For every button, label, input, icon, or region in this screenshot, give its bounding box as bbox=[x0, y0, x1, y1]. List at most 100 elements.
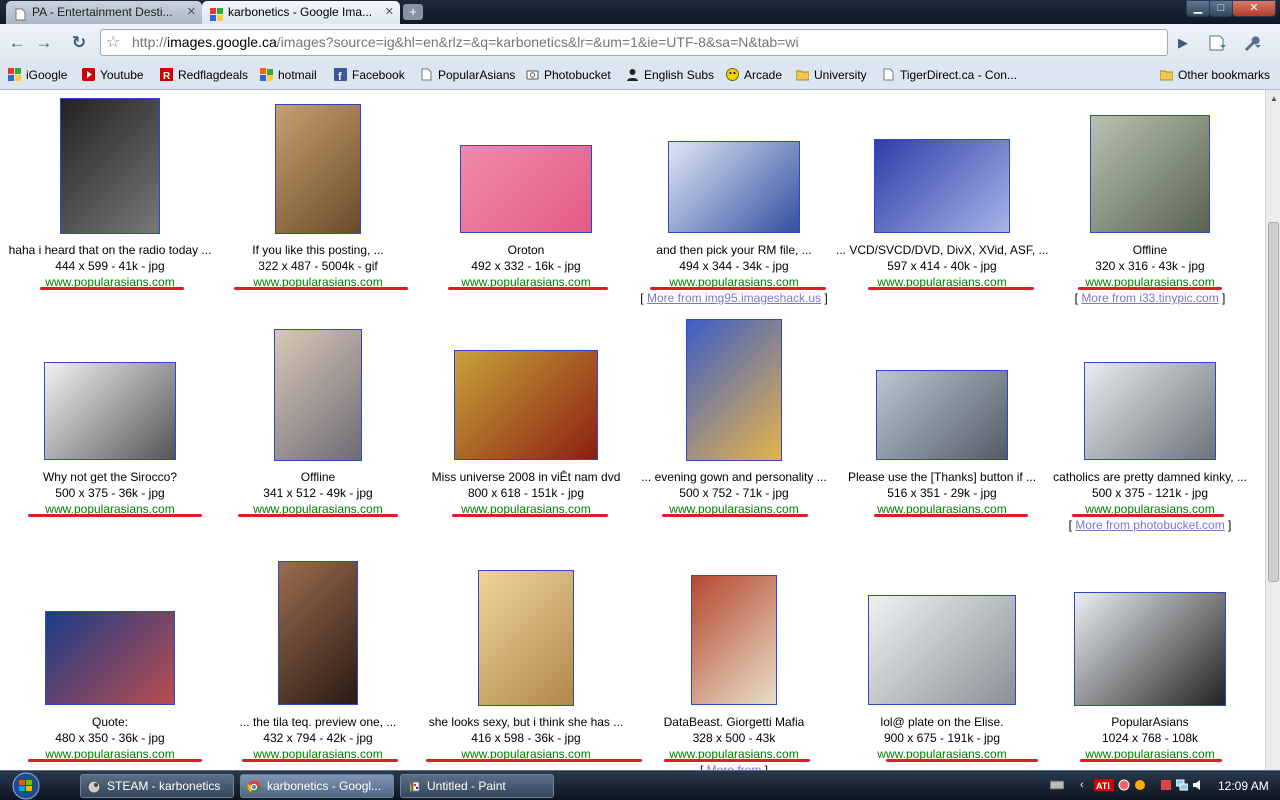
result-more-from[interactable]: [ More from ] bbox=[628, 763, 840, 770]
more-from-link[interactable]: More from photobucket.com bbox=[1075, 518, 1224, 532]
result-thumbnail[interactable] bbox=[275, 104, 361, 234]
page-menu-icon[interactable] bbox=[1206, 32, 1228, 54]
bookmark-english-subs[interactable]: English Subs bbox=[626, 68, 714, 86]
result-thumbnail[interactable] bbox=[868, 595, 1016, 705]
result-thumbnail-wrapper bbox=[212, 329, 424, 461]
url-field[interactable]: http://images.google.ca/images?source=ig… bbox=[132, 29, 1162, 56]
result-title[interactable]: Offline bbox=[212, 470, 424, 484]
minimize-button[interactable]: ▁ bbox=[1186, 0, 1210, 17]
other-bookmarks[interactable]: Other bookmarks bbox=[1159, 68, 1270, 86]
result-thumbnail[interactable] bbox=[668, 141, 800, 233]
result-thumbnail[interactable] bbox=[1074, 592, 1226, 706]
ati-icon[interactable]: ATI bbox=[1094, 779, 1114, 791]
more-from-link[interactable]: More from bbox=[707, 763, 762, 770]
result-title[interactable]: Quote: bbox=[4, 715, 216, 729]
result-thumbnail[interactable] bbox=[1090, 115, 1210, 233]
red-underline-annotation bbox=[448, 287, 608, 290]
more-from-link[interactable]: More from i33.tinypic.com bbox=[1081, 291, 1218, 305]
tray-app-icon-3[interactable] bbox=[1160, 779, 1172, 791]
result-title[interactable]: lol@ plate on the Elise. bbox=[836, 715, 1048, 729]
result-title[interactable]: ... VCD/SVCD/DVD, DivX, XVid, ASF, ... bbox=[836, 243, 1048, 257]
result-more-from[interactable]: [ More from photobucket.com ] bbox=[1044, 518, 1256, 532]
network-icon[interactable] bbox=[1175, 779, 1189, 791]
result-thumbnail[interactable] bbox=[874, 139, 1010, 233]
result-thumbnail[interactable] bbox=[686, 319, 782, 461]
volume-icon[interactable] bbox=[1192, 779, 1204, 791]
bookmark-arcade[interactable]: Arcade bbox=[726, 68, 782, 86]
result-title[interactable]: If you like this posting, ... bbox=[212, 243, 424, 257]
tab-google-images[interactable]: karbonetics - Google Ima... ✕ bbox=[202, 1, 400, 24]
bookmark-popularasians[interactable]: PopularAsians bbox=[420, 68, 515, 86]
result-dimensions: 500 x 752 - 71k - jpg bbox=[679, 486, 789, 500]
result-title[interactable]: haha i heard that on the radio today ... bbox=[4, 243, 216, 257]
reload-button[interactable]: ↻ bbox=[68, 32, 90, 54]
bookmark-tigerdirect[interactable]: TigerDirect.ca - Con... bbox=[882, 68, 1017, 86]
windows-start-icon[interactable] bbox=[4, 771, 48, 800]
maximize-button[interactable]: □ bbox=[1209, 0, 1233, 17]
result-thumbnail[interactable] bbox=[454, 350, 598, 460]
result-thumbnail[interactable] bbox=[460, 145, 592, 233]
result-title[interactable]: Please use the [Thanks] button if ... bbox=[836, 470, 1048, 484]
red-underline-annotation bbox=[28, 759, 202, 762]
result-thumbnail[interactable] bbox=[44, 362, 176, 460]
result-thumbnail-wrapper bbox=[836, 139, 1048, 233]
result-title[interactable]: and then pick your RM file, ... bbox=[628, 243, 840, 257]
bookmark-redflagdeals[interactable]: R Redflagdeals bbox=[160, 68, 248, 86]
new-tab-button[interactable]: + bbox=[403, 4, 423, 20]
result-thumbnail[interactable] bbox=[478, 570, 574, 706]
result-title[interactable]: catholics are pretty damned kinky, ... bbox=[1044, 470, 1256, 484]
taskbar-steam[interactable]: STEAM - karbonetics bbox=[80, 774, 234, 798]
result-title[interactable]: Offline bbox=[1044, 243, 1256, 257]
close-icon[interactable]: ✕ bbox=[187, 1, 196, 24]
result-title[interactable]: Oroton bbox=[420, 243, 632, 257]
bookmark-youtube[interactable]: Youtube bbox=[82, 68, 144, 86]
result-thumbnail[interactable] bbox=[278, 561, 358, 705]
bookmark-igoogle[interactable]: iGoogle bbox=[8, 68, 67, 86]
result-title[interactable]: ... the tila teq. preview one, ... bbox=[212, 715, 424, 729]
wrench-icon[interactable] bbox=[1240, 32, 1262, 54]
close-icon[interactable]: ✕ bbox=[385, 1, 394, 24]
result-thumbnail[interactable] bbox=[60, 98, 160, 234]
result-dimensions: 516 x 351 - 29k - jpg bbox=[887, 486, 997, 500]
tray-app-icon[interactable] bbox=[1118, 779, 1130, 791]
red-underline-annotation bbox=[452, 514, 608, 517]
go-button[interactable]: ▶ bbox=[1172, 32, 1194, 54]
result-more-from[interactable]: [ More from i33.tinypic.com ] bbox=[1044, 291, 1256, 305]
scroll-up-icon[interactable]: ▲ bbox=[1270, 94, 1278, 103]
result-dimensions: 800 x 618 - 151k - jpg bbox=[467, 486, 585, 500]
taskbar-paint[interactable]: Untitled - Paint bbox=[400, 774, 554, 798]
result-thumbnail[interactable] bbox=[691, 575, 777, 705]
result-dimensions: 444 x 599 - 41k - jpg bbox=[55, 259, 165, 273]
result-title[interactable]: DataBeast. Giorgetti Mafia bbox=[628, 715, 840, 729]
result-title[interactable]: ... evening gown and personality ... bbox=[628, 470, 840, 484]
result-thumbnail[interactable] bbox=[1084, 362, 1216, 460]
chrome-icon bbox=[247, 779, 261, 794]
forward-button[interactable]: → bbox=[33, 32, 55, 54]
bookmark-photobucket[interactable]: Photobucket bbox=[526, 68, 611, 86]
result-title[interactable]: PopularAsians bbox=[1044, 715, 1256, 729]
result-thumbnail[interactable] bbox=[876, 370, 1008, 460]
tab-popularasians[interactable]: PA - Entertainment Desti... ✕ bbox=[6, 1, 202, 24]
back-button[interactable]: ← bbox=[6, 32, 28, 54]
star-icon[interactable]: ☆ bbox=[106, 32, 120, 52]
bookmark-university[interactable]: University bbox=[795, 68, 867, 86]
bookmark-hotmail[interactable]: hotmail bbox=[260, 68, 317, 86]
bookmark-facebook[interactable]: f Facebook bbox=[334, 68, 405, 86]
result-thumbnail-wrapper bbox=[4, 611, 216, 705]
result-thumbnail[interactable] bbox=[45, 611, 175, 705]
result-more-from[interactable]: [ More from img95.imageshack.us ] bbox=[628, 291, 840, 305]
red-underline-annotation bbox=[662, 514, 808, 517]
result-thumbnail[interactable] bbox=[274, 329, 362, 461]
scrollbar-thumb[interactable] bbox=[1268, 222, 1279, 582]
scrollbar[interactable]: ▲ bbox=[1265, 90, 1280, 770]
result-title[interactable]: Why not get the Sirocco? bbox=[4, 470, 216, 484]
tray-expand-icon[interactable]: ‹ bbox=[1080, 779, 1092, 791]
tray-app-icon-2[interactable] bbox=[1134, 779, 1146, 791]
more-from-link[interactable]: More from img95.imageshack.us bbox=[647, 291, 821, 305]
taskbar-chrome[interactable]: karbonetics - Googl... bbox=[240, 774, 394, 798]
result-title[interactable]: Miss universe 2008 in viÊt nam dvd bbox=[420, 470, 632, 484]
keyboard-icon[interactable] bbox=[1049, 779, 1065, 791]
result-title[interactable]: she looks sexy, but i think she has ... bbox=[420, 715, 632, 729]
close-window-button[interactable]: ✕ bbox=[1232, 0, 1276, 17]
red-underline-annotation bbox=[650, 287, 826, 290]
